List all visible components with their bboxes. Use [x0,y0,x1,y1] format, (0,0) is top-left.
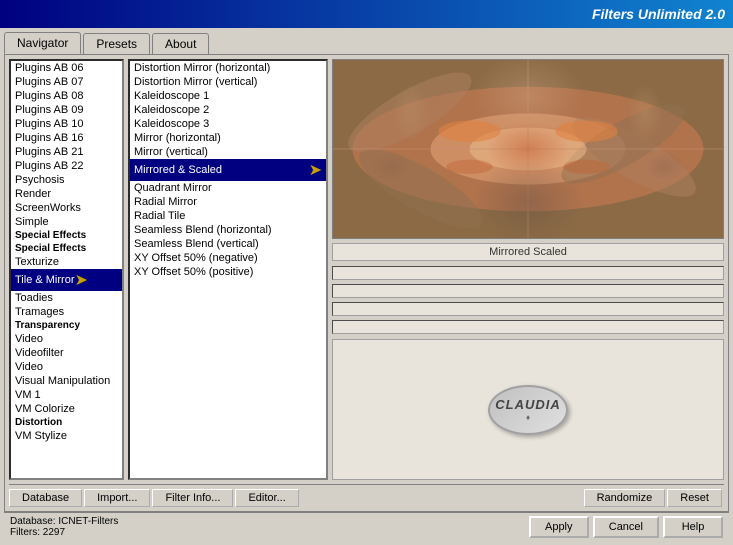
category-item[interactable]: Psychosis [11,173,122,187]
filter-item[interactable]: XY Offset 50% (negative) [130,251,326,265]
filter-item[interactable]: Kaleidoscope 2 [130,103,326,117]
category-item[interactable]: Plugins AB 16 [11,131,122,145]
category-item[interactable]: Plugins AB 10 [11,117,122,131]
filters-label: Filters: [10,527,40,538]
category-item[interactable]: VM Colorize [11,402,122,416]
filter-item[interactable]: Distortion Mirror (horizontal) [130,61,326,75]
import-button[interactable]: Import... [84,489,150,507]
category-item[interactable]: Plugins AB 09 [11,103,122,117]
preview-image [332,59,724,239]
sliders-section [332,265,724,335]
category-item[interactable]: Plugins AB 06 [11,61,122,75]
tab-navigator[interactable]: Navigator [4,32,81,54]
apply-button[interactable]: Apply [529,516,589,538]
filter-item[interactable]: Radial Mirror [130,195,326,209]
filter-item-mirrored-scaled[interactable]: Mirrored & Scaled ➤ [130,159,326,181]
category-item[interactable]: Texturize [11,255,122,269]
category-item[interactable]: Videofilter [11,346,122,360]
watermark-area: CLAUDIA ♦ [332,339,724,480]
filter-item[interactable]: XY Offset 50% (positive) [130,265,326,279]
filter-selection-arrow-icon: ➤ [309,160,322,180]
bottom-toolbar: Database Import... Filter Info... Editor… [9,484,724,507]
category-item[interactable]: Plugins AB 07 [11,75,122,89]
category-item[interactable]: Simple [11,215,122,229]
slider-row-1[interactable] [332,266,724,280]
editor-button[interactable]: Editor... [235,489,298,507]
cancel-button[interactable]: Cancel [593,516,659,538]
filter-item[interactable]: Mirror (vertical) [130,145,326,159]
reset-button[interactable]: Reset [667,489,722,507]
action-buttons: Apply Cancel Help [529,516,723,538]
category-item[interactable]: Plugins AB 08 [11,89,122,103]
database-button[interactable]: Database [9,489,82,507]
slider-row-4[interactable] [332,320,724,334]
category-item[interactable]: Video [11,332,122,346]
database-label: Database: [10,516,56,527]
category-item[interactable]: Distortion [11,416,122,429]
filter-list[interactable]: Distortion Mirror (horizontal) Distortio… [128,59,328,480]
category-item[interactable]: Transparency [11,319,122,332]
filter-item[interactable]: Kaleidoscope 1 [130,89,326,103]
category-item[interactable]: Visual Manipulation [11,374,122,388]
slider-row-3[interactable] [332,302,724,316]
tab-presets[interactable]: Presets [83,33,150,54]
filter-info-button[interactable]: Filter Info... [152,489,233,507]
filters-value: 2297 [43,527,65,538]
category-item[interactable]: Toadies [11,291,122,305]
category-list[interactable]: Plugins AB 06 Plugins AB 07 Plugins AB 0… [9,59,124,480]
selection-arrow-icon: ➤ [74,270,87,290]
filter-item[interactable]: Seamless Blend (horizontal) [130,223,326,237]
category-item[interactable]: VM 1 [11,388,122,402]
filter-item[interactable]: Distortion Mirror (vertical) [130,75,326,89]
category-item[interactable]: Plugins AB 21 [11,145,122,159]
category-item[interactable]: Video [11,360,122,374]
category-item-tile-mirror[interactable]: Tile & Mirror ➤ [11,269,122,291]
category-item[interactable]: Tramages [11,305,122,319]
filter-item[interactable]: Seamless Blend (vertical) [130,237,326,251]
filter-item[interactable]: Quadrant Mirror [130,181,326,195]
status-bar: Database: ICNET-Filters Filters: 2297 Ap… [4,512,729,541]
claudia-badge: CLAUDIA ♦ [488,385,568,435]
category-item[interactable]: Render [11,187,122,201]
help-button[interactable]: Help [663,516,723,538]
category-item[interactable]: Special Effects [11,242,122,255]
filter-item[interactable]: Radial Tile [130,209,326,223]
status-left: Database: ICNET-Filters Filters: 2297 [10,516,118,538]
app-title: Filters Unlimited 2.0 [592,6,725,22]
randomize-button[interactable]: Randomize [584,489,666,507]
category-item[interactable]: VM Stylize [11,429,122,443]
category-item[interactable]: Plugins AB 22 [11,159,122,173]
slider-row-2[interactable] [332,284,724,298]
tab-about[interactable]: About [152,33,209,54]
filter-name-display: Mirrored Scaled [332,243,724,261]
category-item[interactable]: Special Effects [11,229,122,242]
filter-item[interactable]: Kaleidoscope 3 [130,117,326,131]
filter-item[interactable]: Mirror (horizontal) [130,131,326,145]
database-value: ICNET-Filters [58,516,118,527]
category-item[interactable]: ScreenWorks [11,201,122,215]
